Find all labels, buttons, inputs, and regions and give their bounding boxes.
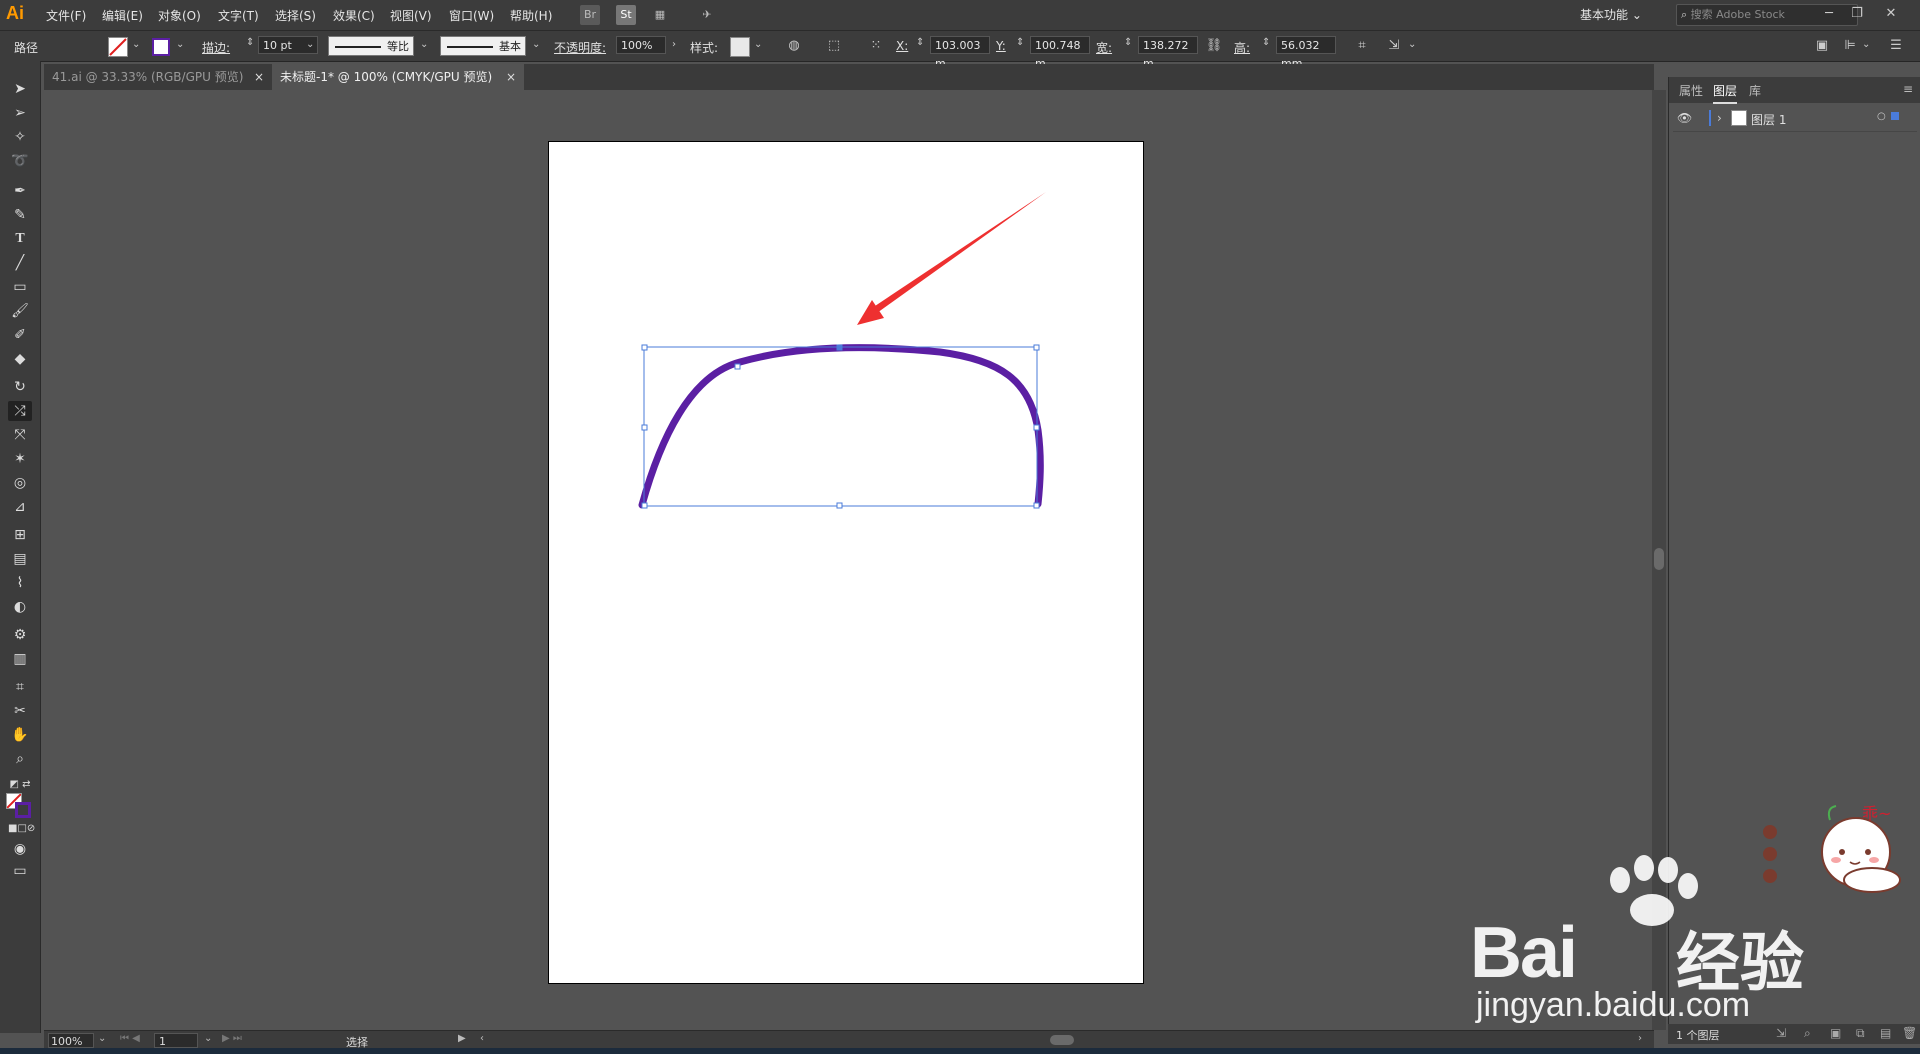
handle-bottom-left[interactable] bbox=[641, 502, 648, 509]
handle-top-center[interactable] bbox=[836, 344, 843, 351]
status-menu-arrow-icon[interactable]: ▶ bbox=[458, 1033, 466, 1044]
zoom-dropdown-icon[interactable]: ⌄ bbox=[98, 1033, 106, 1044]
target-circle-icon[interactable]: ○ bbox=[1877, 111, 1886, 122]
selection-bounding-box[interactable] bbox=[641, 344, 1040, 509]
os-taskbar bbox=[0, 1048, 1920, 1054]
layer-row[interactable]: 👁 › 图层 1 ○ bbox=[1673, 107, 1917, 132]
watermark-brand: Bai bbox=[1470, 913, 1578, 993]
handle-middle-left[interactable] bbox=[641, 424, 648, 431]
baidu-jingyan-watermark: 乖~ Bai 经验 jingyan.baidu.com bbox=[1470, 800, 1920, 1030]
anchor-point[interactable] bbox=[734, 363, 741, 370]
handle-top-left[interactable] bbox=[641, 344, 648, 351]
scroll-left-icon[interactable]: ‹ bbox=[480, 1033, 484, 1044]
panel-menu-icon[interactable]: ≡ bbox=[1903, 82, 1913, 96]
first-artboard-icon[interactable]: ⏮ ◀ bbox=[120, 1033, 140, 1044]
zoom-field[interactable]: 100% bbox=[48, 1033, 94, 1048]
scrollbar-thumb[interactable] bbox=[1654, 548, 1664, 570]
tab-libraries[interactable]: 库 bbox=[1749, 82, 1761, 99]
layer-thumbnail bbox=[1731, 110, 1747, 126]
panel-tabs: 属性 图层 库 ≡ bbox=[1669, 77, 1920, 104]
artboard-dropdown-icon[interactable]: ⌄ bbox=[204, 1033, 212, 1044]
tab-properties[interactable]: 属性 bbox=[1679, 82, 1703, 99]
artboard-number-field[interactable]: 1 bbox=[154, 1033, 198, 1048]
handle-bottom-right[interactable] bbox=[1033, 502, 1040, 509]
scroll-right-icon[interactable]: › bbox=[1638, 1033, 1642, 1044]
chevron-right-icon[interactable]: › bbox=[1717, 111, 1722, 125]
watermark-url: jingyan.baidu.com bbox=[1476, 986, 1751, 1024]
handle-middle-right[interactable] bbox=[1033, 424, 1040, 431]
annotation-arrow bbox=[857, 192, 1046, 325]
horizontal-scrollbar-thumb[interactable] bbox=[1050, 1035, 1074, 1045]
handle-top-right[interactable] bbox=[1033, 344, 1040, 351]
layer-color-bar bbox=[1709, 110, 1711, 126]
selection-indicator[interactable] bbox=[1891, 112, 1899, 120]
mascot-caption: 乖~ bbox=[1862, 804, 1892, 823]
next-artboard-icon[interactable]: ▶ ⏭ bbox=[222, 1033, 242, 1044]
visibility-eye-icon[interactable]: 👁 bbox=[1677, 111, 1692, 125]
tab-layers[interactable]: 图层 bbox=[1713, 82, 1738, 104]
layer-name[interactable]: 图层 1 bbox=[1751, 111, 1786, 128]
handle-bottom-center[interactable] bbox=[836, 502, 843, 509]
selected-arc-path[interactable] bbox=[638, 344, 1044, 509]
